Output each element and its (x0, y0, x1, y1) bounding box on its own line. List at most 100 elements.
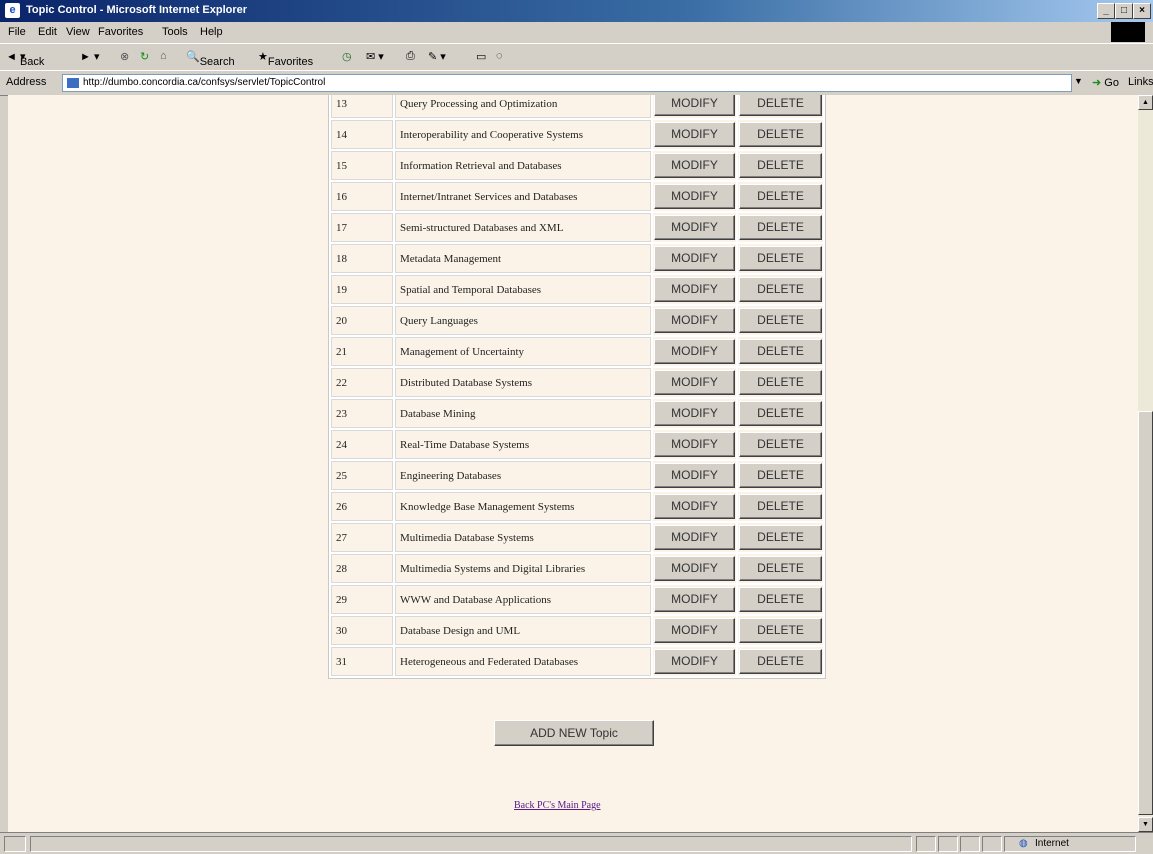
table-row: 23 Database Mining MODIFY DELETE (331, 399, 823, 428)
delete-button[interactable]: DELETE (739, 370, 822, 395)
topic-number: 22 (331, 368, 393, 397)
delete-button[interactable]: DELETE (739, 587, 822, 612)
vertical-scrollbar[interactable]: ▲ ▼ (1138, 95, 1153, 832)
modify-button[interactable]: MODIFY (654, 556, 735, 581)
table-row: 27 Multimedia Database Systems MODIFY DELET… (331, 523, 823, 552)
modify-button[interactable]: MODIFY (654, 463, 735, 488)
delete-button[interactable]: DELETE (739, 277, 822, 302)
modify-button[interactable]: MODIFY (654, 184, 735, 209)
favorites-button[interactable]: ★ Favorites (258, 50, 313, 68)
topic-number: 13 (331, 95, 393, 118)
title-bar: e Topic Control - Microsoft Internet Exp… (0, 0, 1153, 22)
modify-button[interactable]: MODIFY (654, 494, 735, 519)
topic-number: 16 (331, 182, 393, 211)
status-cell (982, 836, 1002, 852)
discuss-icon[interactable]: ▭ (476, 50, 486, 63)
delete-button[interactable]: DELETE (739, 401, 822, 426)
delete-button[interactable]: DELETE (739, 649, 822, 674)
delete-button[interactable]: DELETE (739, 618, 822, 643)
modify-button[interactable]: MODIFY (654, 649, 735, 674)
delete-button[interactable]: DELETE (739, 184, 822, 209)
topic-number: 20 (331, 306, 393, 335)
table-row: 22 Distributed Database Systems MODIFY DELE… (331, 368, 823, 397)
maximize-button[interactable]: □ (1115, 3, 1133, 19)
menu-tools[interactable]: Tools (162, 26, 188, 38)
address-url: http://dumbo.concordia.ca/confsys/servle… (83, 77, 326, 88)
delete-button[interactable]: DELETE (739, 339, 822, 364)
delete-button[interactable]: DELETE (739, 556, 822, 581)
search-button[interactable]: 🔍 Search (186, 50, 235, 68)
delete-button[interactable]: DELETE (739, 95, 822, 116)
modify-button[interactable]: MODIFY (654, 587, 735, 612)
menu-help[interactable]: Help (200, 26, 223, 38)
delete-button[interactable]: DELETE (739, 215, 822, 240)
menu-view[interactable]: View (66, 26, 90, 38)
modify-button[interactable]: MODIFY (654, 308, 735, 333)
modify-button[interactable]: MODIFY (654, 95, 735, 116)
delete-button[interactable]: DELETE (739, 153, 822, 178)
topic-number: 21 (331, 337, 393, 366)
delete-button[interactable]: DELETE (739, 463, 822, 488)
modify-button[interactable]: MODIFY (654, 432, 735, 457)
minimize-button[interactable]: _ (1097, 3, 1115, 19)
add-new-topic-button[interactable]: ADD NEW Topic (494, 720, 654, 746)
status-bar: ◍ Internet (0, 832, 1153, 854)
menu-bar: File Edit View Favorites Tools Help (0, 22, 1153, 43)
modify-button[interactable]: MODIFY (654, 215, 735, 240)
modify-button[interactable]: MODIFY (654, 401, 735, 426)
table-row: 16 Internet/Intranet Services and Databas… (331, 182, 823, 211)
delete-button[interactable]: DELETE (739, 246, 822, 271)
delete-button[interactable]: DELETE (739, 122, 822, 147)
modify-button[interactable]: MODIFY (654, 339, 735, 364)
topic-number: 17 (331, 213, 393, 242)
links-button[interactable]: Links (1128, 76, 1153, 88)
address-input[interactable]: http://dumbo.concordia.ca/confsys/servle… (62, 74, 1072, 92)
topic-name: Engineering Databases (395, 461, 651, 490)
topic-number: 25 (331, 461, 393, 490)
scroll-thumb[interactable] (1138, 411, 1153, 815)
forward-button[interactable]: ► ▾ (80, 50, 99, 63)
delete-button[interactable]: DELETE (739, 308, 822, 333)
modify-button[interactable]: MODIFY (654, 122, 735, 147)
topic-name: Metadata Management (395, 244, 651, 273)
favorites-label: Favorites (267, 56, 314, 68)
edit-icon[interactable]: ✎ ▾ (428, 50, 446, 63)
refresh-icon[interactable]: ↻ (140, 50, 149, 63)
modify-button[interactable]: MODIFY (654, 525, 735, 550)
back-button[interactable]: ◄ Back ▾ (6, 50, 44, 68)
modify-button[interactable]: MODIFY (654, 277, 735, 302)
print-icon[interactable]: ⎙ (406, 50, 415, 63)
toolbar: ◄ Back ▾ ► ▾ ⊗ ↻ ⌂ 🔍 Search ★ Favorites … (0, 43, 1153, 70)
address-label: Address (6, 76, 47, 88)
scroll-down-icon[interactable]: ▼ (1138, 817, 1153, 832)
address-dropdown-icon[interactable]: ▼ (1074, 76, 1083, 86)
mail-icon[interactable]: ✉ ▾ (366, 50, 384, 63)
stop-icon[interactable]: ⊗ (120, 50, 129, 63)
status-cell (916, 836, 936, 852)
modify-button[interactable]: MODIFY (654, 370, 735, 395)
close-button[interactable]: × (1133, 3, 1151, 19)
scroll-up-icon[interactable]: ▲ (1138, 95, 1153, 110)
table-row: 15 Information Retrieval and Databases MOD… (331, 151, 823, 180)
topic-number: 28 (331, 554, 393, 583)
page-status-icon (4, 836, 26, 852)
topic-name: Heterogeneous and Federated Databases (395, 647, 651, 676)
topic-name: Management of Uncertainty (395, 337, 651, 366)
menu-favorites[interactable]: Favorites (98, 26, 143, 38)
menu-file[interactable]: File (8, 26, 26, 38)
menu-edit[interactable]: Edit (38, 26, 57, 38)
delete-button[interactable]: DELETE (739, 494, 822, 519)
back-main-page-link[interactable]: Back PC's Main Page (514, 800, 601, 811)
delete-button[interactable]: DELETE (739, 525, 822, 550)
go-button[interactable]: ➜ Go (1092, 76, 1119, 89)
table-row: 21 Management of Uncertainty MODIFY DELETE (331, 337, 823, 366)
history-icon[interactable]: ◷ (342, 50, 352, 63)
table-row: 31 Heterogeneous and Federated Databases M… (331, 647, 823, 676)
delete-button[interactable]: DELETE (739, 432, 822, 457)
modify-button[interactable]: MODIFY (654, 618, 735, 643)
home-icon[interactable]: ⌂ (160, 50, 167, 62)
table-row: 19 Spatial and Temporal Databases MODIFY DE… (331, 275, 823, 304)
modify-button[interactable]: MODIFY (654, 153, 735, 178)
modify-button[interactable]: MODIFY (654, 246, 735, 271)
messenger-icon[interactable]: ◌ (496, 50, 503, 62)
